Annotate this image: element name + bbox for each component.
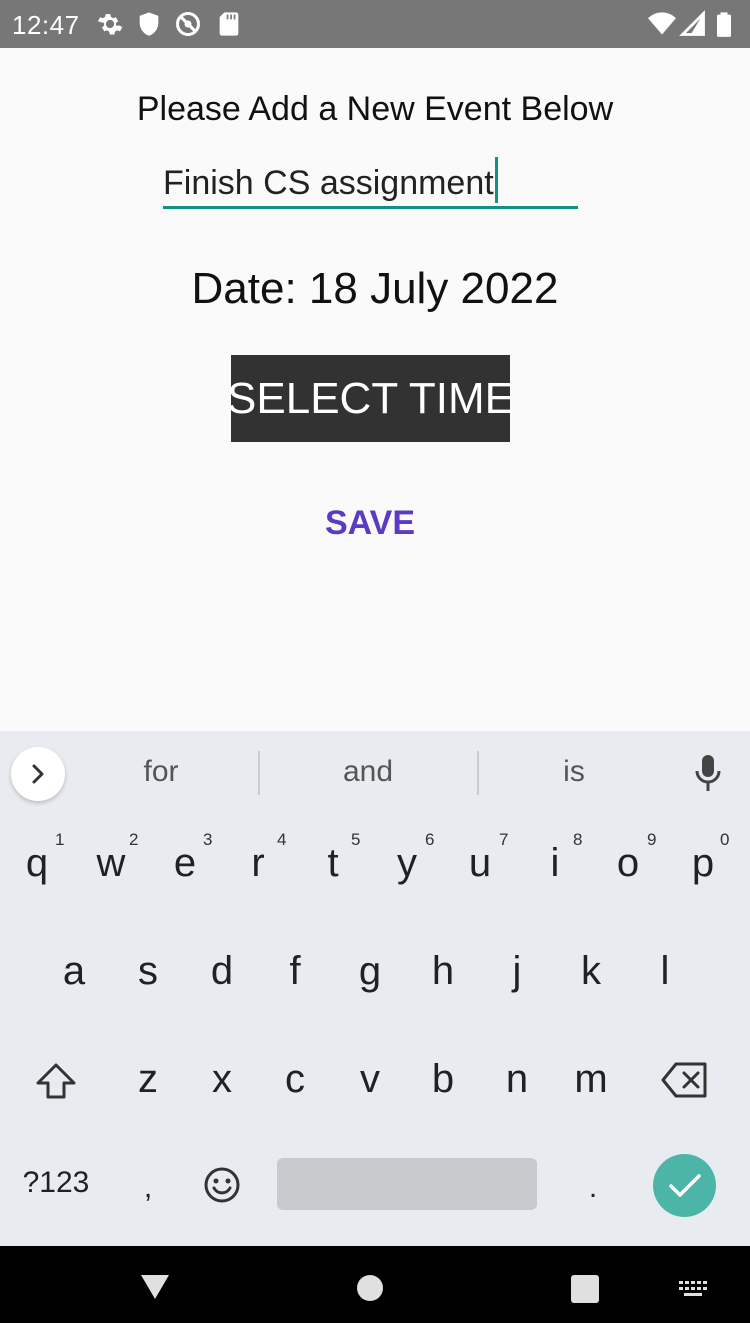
recents-icon[interactable] [571, 1275, 599, 1303]
key-v[interactable]: v [340, 1057, 400, 1102]
wifi-icon [648, 10, 676, 38]
key-m[interactable]: m [561, 1057, 621, 1102]
battery-icon [710, 10, 738, 38]
key-hint-7: 7 [499, 830, 509, 849]
status-bar: 12:47 [0, 0, 750, 48]
key-hint-4: 4 [277, 830, 287, 849]
microphone-icon[interactable] [694, 753, 722, 793]
event-name-input[interactable]: Finish CS assignment [163, 157, 498, 203]
status-time: 12:47 [12, 10, 80, 40]
backspace-icon [661, 1062, 707, 1098]
chevron-right-icon [32, 764, 44, 784]
key-n[interactable]: n [487, 1057, 547, 1102]
suggestion-1[interactable]: for [101, 755, 221, 789]
symbols-key[interactable]: ?123 [17, 1166, 95, 1200]
shield-icon [135, 10, 163, 38]
key-hint-1: 1 [55, 830, 65, 849]
comma-key[interactable]: , [118, 1171, 178, 1205]
add-event-screen: Please Add a New Event Below Finish CS a… [0, 48, 750, 731]
select-time-button[interactable]: SELECT TIME [227, 355, 514, 442]
key-f[interactable]: f [265, 949, 325, 994]
suggestion-divider [258, 751, 260, 795]
soft-keyboard: for and is q w e r t y u i o p 1 2 3 4 5… [0, 731, 750, 1246]
key-hint-2: 2 [129, 830, 139, 849]
key-z[interactable]: z [118, 1057, 178, 1102]
key-k[interactable]: k [561, 949, 621, 994]
key-hint-9: 9 [647, 830, 657, 849]
navigation-bar [0, 1246, 750, 1323]
no-sync-icon [174, 10, 202, 38]
check-icon [668, 1173, 701, 1197]
event-name-field[interactable]: Finish CS assignment [163, 153, 578, 209]
key-j[interactable]: j [487, 949, 547, 994]
back-icon[interactable] [139, 1273, 171, 1301]
key-hint-6: 6 [425, 830, 435, 849]
suggestion-bar: for and is [0, 731, 750, 813]
period-key[interactable]: . [563, 1171, 623, 1205]
suggestion-divider [477, 751, 479, 795]
keyboard-switch-icon[interactable] [679, 1279, 709, 1299]
expand-toolbar-button[interactable] [11, 747, 65, 801]
suggestion-2[interactable]: and [308, 755, 428, 789]
emoji-key[interactable] [192, 1166, 252, 1206]
gear-icon [96, 10, 124, 38]
space-key[interactable] [277, 1158, 537, 1210]
key-a[interactable]: a [44, 949, 104, 994]
date-label: Date: 18 July 2022 [191, 264, 559, 313]
event-name-value: Finish CS assignment [163, 164, 494, 202]
shift-icon [36, 1063, 76, 1099]
emoji-icon [204, 1167, 240, 1203]
key-s[interactable]: s [118, 949, 178, 994]
home-icon[interactable] [357, 1275, 383, 1301]
key-b[interactable]: b [413, 1057, 473, 1102]
cell-signal-icon [679, 10, 707, 38]
key-x[interactable]: x [192, 1057, 252, 1102]
text-cursor [494, 157, 498, 203]
backspace-key[interactable] [655, 1061, 715, 1105]
key-d[interactable]: d [192, 949, 252, 994]
key-hint-0: 0 [720, 830, 730, 849]
key-hint-5: 5 [351, 830, 361, 849]
enter-key[interactable] [653, 1154, 716, 1217]
key-h[interactable]: h [413, 949, 473, 994]
suggestion-3[interactable]: is [514, 755, 634, 789]
page-title: Please Add a New Event Below [136, 90, 614, 128]
save-button[interactable]: SAVE [300, 498, 440, 548]
key-hint-3: 3 [203, 830, 213, 849]
shift-key[interactable] [26, 1061, 86, 1105]
key-c[interactable]: c [265, 1057, 325, 1102]
key-g[interactable]: g [340, 949, 400, 994]
sd-card-icon [215, 10, 243, 38]
key-hint-8: 8 [573, 830, 583, 849]
key-l[interactable]: l [635, 949, 695, 994]
